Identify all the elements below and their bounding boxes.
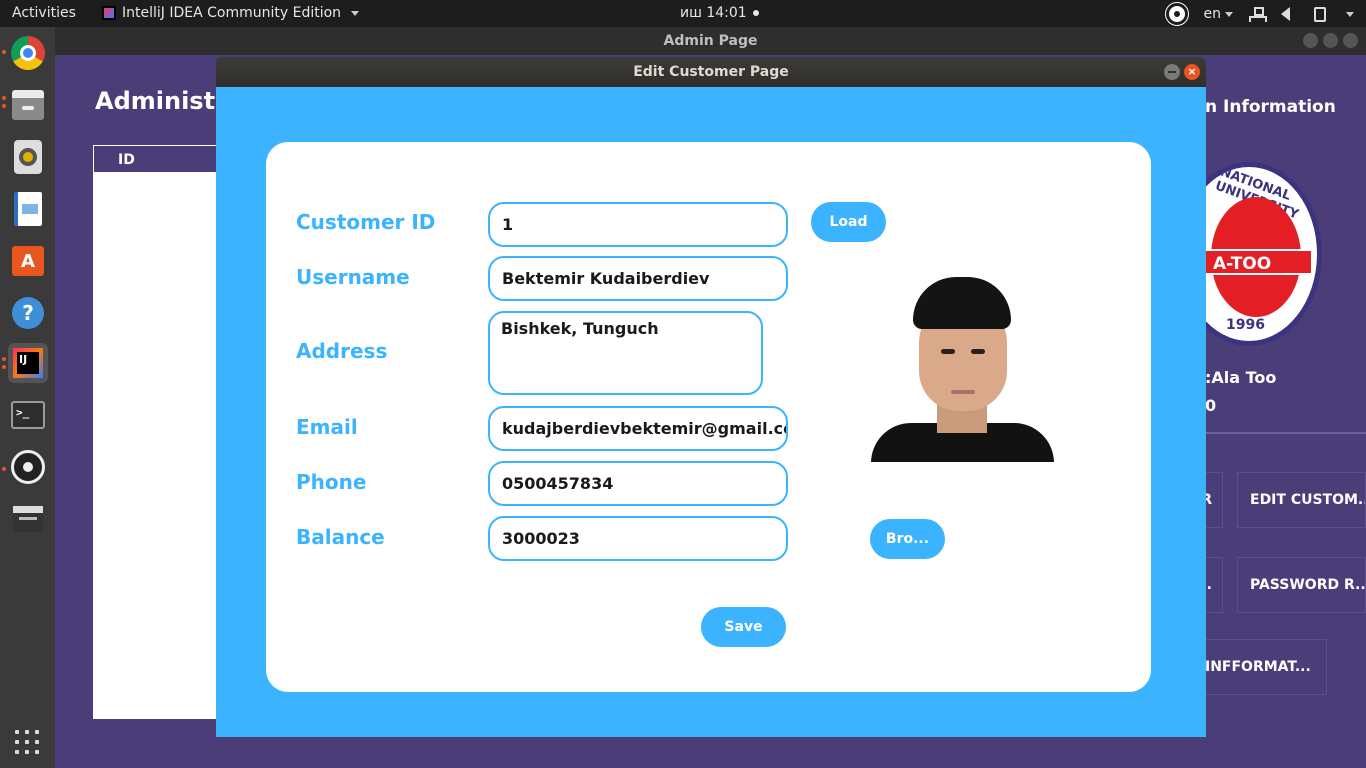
chevron-down-icon [351,10,360,16]
activities-button[interactable]: Activities [12,5,76,21]
system-menu-chevron-icon[interactable] [1346,11,1354,17]
browse-button[interactable]: Bro... [870,519,945,559]
close-icon[interactable] [1343,33,1358,48]
close-icon[interactable]: × [1184,64,1200,80]
admin-window-titlebar[interactable]: Admin Page [55,27,1366,55]
customer-id-label: Customer ID [296,210,436,234]
username-input[interactable]: Bektemir Kudaiberdiev [488,256,788,301]
obs-icon [11,450,45,484]
software-icon: A [12,246,44,276]
table-header-id[interactable]: ID [93,145,223,173]
customer-id-input[interactable]: 1 [488,202,788,247]
notification-dot-icon [752,10,759,16]
volume-icon[interactable] [1281,7,1290,21]
clock-label: иш 14:01 [680,5,747,21]
files-icon [12,90,44,120]
dialog-window-controls: × [1164,64,1200,80]
running-indicator [2,357,6,361]
photo-hair [913,277,1011,329]
dock-video-editor[interactable] [8,499,48,539]
admin-value: 0 [1205,396,1217,415]
customers-table[interactable]: ID [93,145,223,719]
dock-help[interactable]: ? [8,293,48,333]
chevron-down-icon [1225,11,1233,17]
running-indicator [2,50,6,54]
dock-rhythmbox[interactable] [8,137,48,177]
running-indicator [2,365,6,369]
language-selector[interactable]: en [1203,6,1233,22]
admin-name: :Ala Too [1205,368,1277,387]
phone-label: Phone [296,470,367,494]
dialog-titlebar[interactable]: Edit Customer Page × [216,57,1206,87]
admin-window-title: Admin Page [663,33,758,49]
dock-chrome[interactable] [8,33,48,73]
top-bar: Activities IntelliJ IDEA Community Editi… [0,0,1366,27]
dock-intellij[interactable]: IJ [8,343,48,383]
logo-year: 1996 [1226,317,1265,333]
rhythmbox-icon [14,140,42,174]
minimize-icon[interactable] [1303,33,1318,48]
language-label: en [1203,6,1222,22]
divider [1200,432,1366,444]
photo-eye [941,349,955,354]
password-reset-button[interactable]: PASSWORD R... [1237,557,1366,613]
dock-files[interactable] [8,85,48,125]
logo-band: A-TOO [1201,249,1311,275]
balance-label: Balance [296,525,385,549]
information-button[interactable]: INFFORMAT... [1192,639,1327,695]
video-editor-icon [13,506,43,532]
address-textarea[interactable]: Bishkek, Tunguch [488,311,763,395]
network-icon[interactable] [1249,7,1267,22]
writer-icon [14,192,42,226]
photo-mouth [951,390,975,394]
dock-writer[interactable] [8,189,48,229]
intellij-small-icon [102,6,116,20]
phone-input[interactable]: 0500457834 [488,461,788,506]
address-label: Address [296,339,388,363]
dock-terminal[interactable]: >_ [8,395,48,435]
app-menu-label: IntelliJ IDEA Community Edition [122,5,342,21]
intellij-glyph: IJ [17,352,39,374]
terminal-icon: >_ [11,401,45,429]
email-label: Email [296,415,358,439]
help-icon: ? [12,297,44,329]
customer-photo [871,277,1054,462]
intellij-icon: IJ [13,348,43,378]
clock[interactable]: иш 14:01 [680,5,759,21]
edit-customer-button[interactable]: EDIT CUSTOM... [1237,472,1366,528]
email-input[interactable]: kudajberdievbektemir@gmail.com [488,406,788,451]
photo-eye [971,349,985,354]
dock: A ? IJ >_ [0,27,55,768]
obs-tray-icon[interactable] [1165,3,1188,25]
username-label: Username [296,265,410,289]
app-menu[interactable]: IntelliJ IDEA Community Edition [102,5,360,21]
dialog-title: Edit Customer Page [633,64,789,80]
admin-info-title: n Information [1205,97,1336,117]
system-tray: en [1165,3,1354,25]
battery-icon[interactable] [1314,6,1326,22]
running-indicator [2,467,6,471]
maximize-icon[interactable] [1323,33,1338,48]
running-indicator [2,104,6,108]
dock-software[interactable]: A [8,241,48,281]
chrome-icon [11,36,45,70]
admin-page-title: Administ [95,87,216,115]
balance-input[interactable]: 3000023 [488,516,788,561]
load-button[interactable]: Load [811,202,886,242]
show-applications-icon[interactable] [15,730,39,754]
minimize-icon[interactable] [1164,64,1180,80]
admin-window-controls [1303,33,1358,48]
save-button[interactable]: Save [701,607,786,647]
running-indicator [2,96,6,100]
dock-obs[interactable] [8,447,48,487]
